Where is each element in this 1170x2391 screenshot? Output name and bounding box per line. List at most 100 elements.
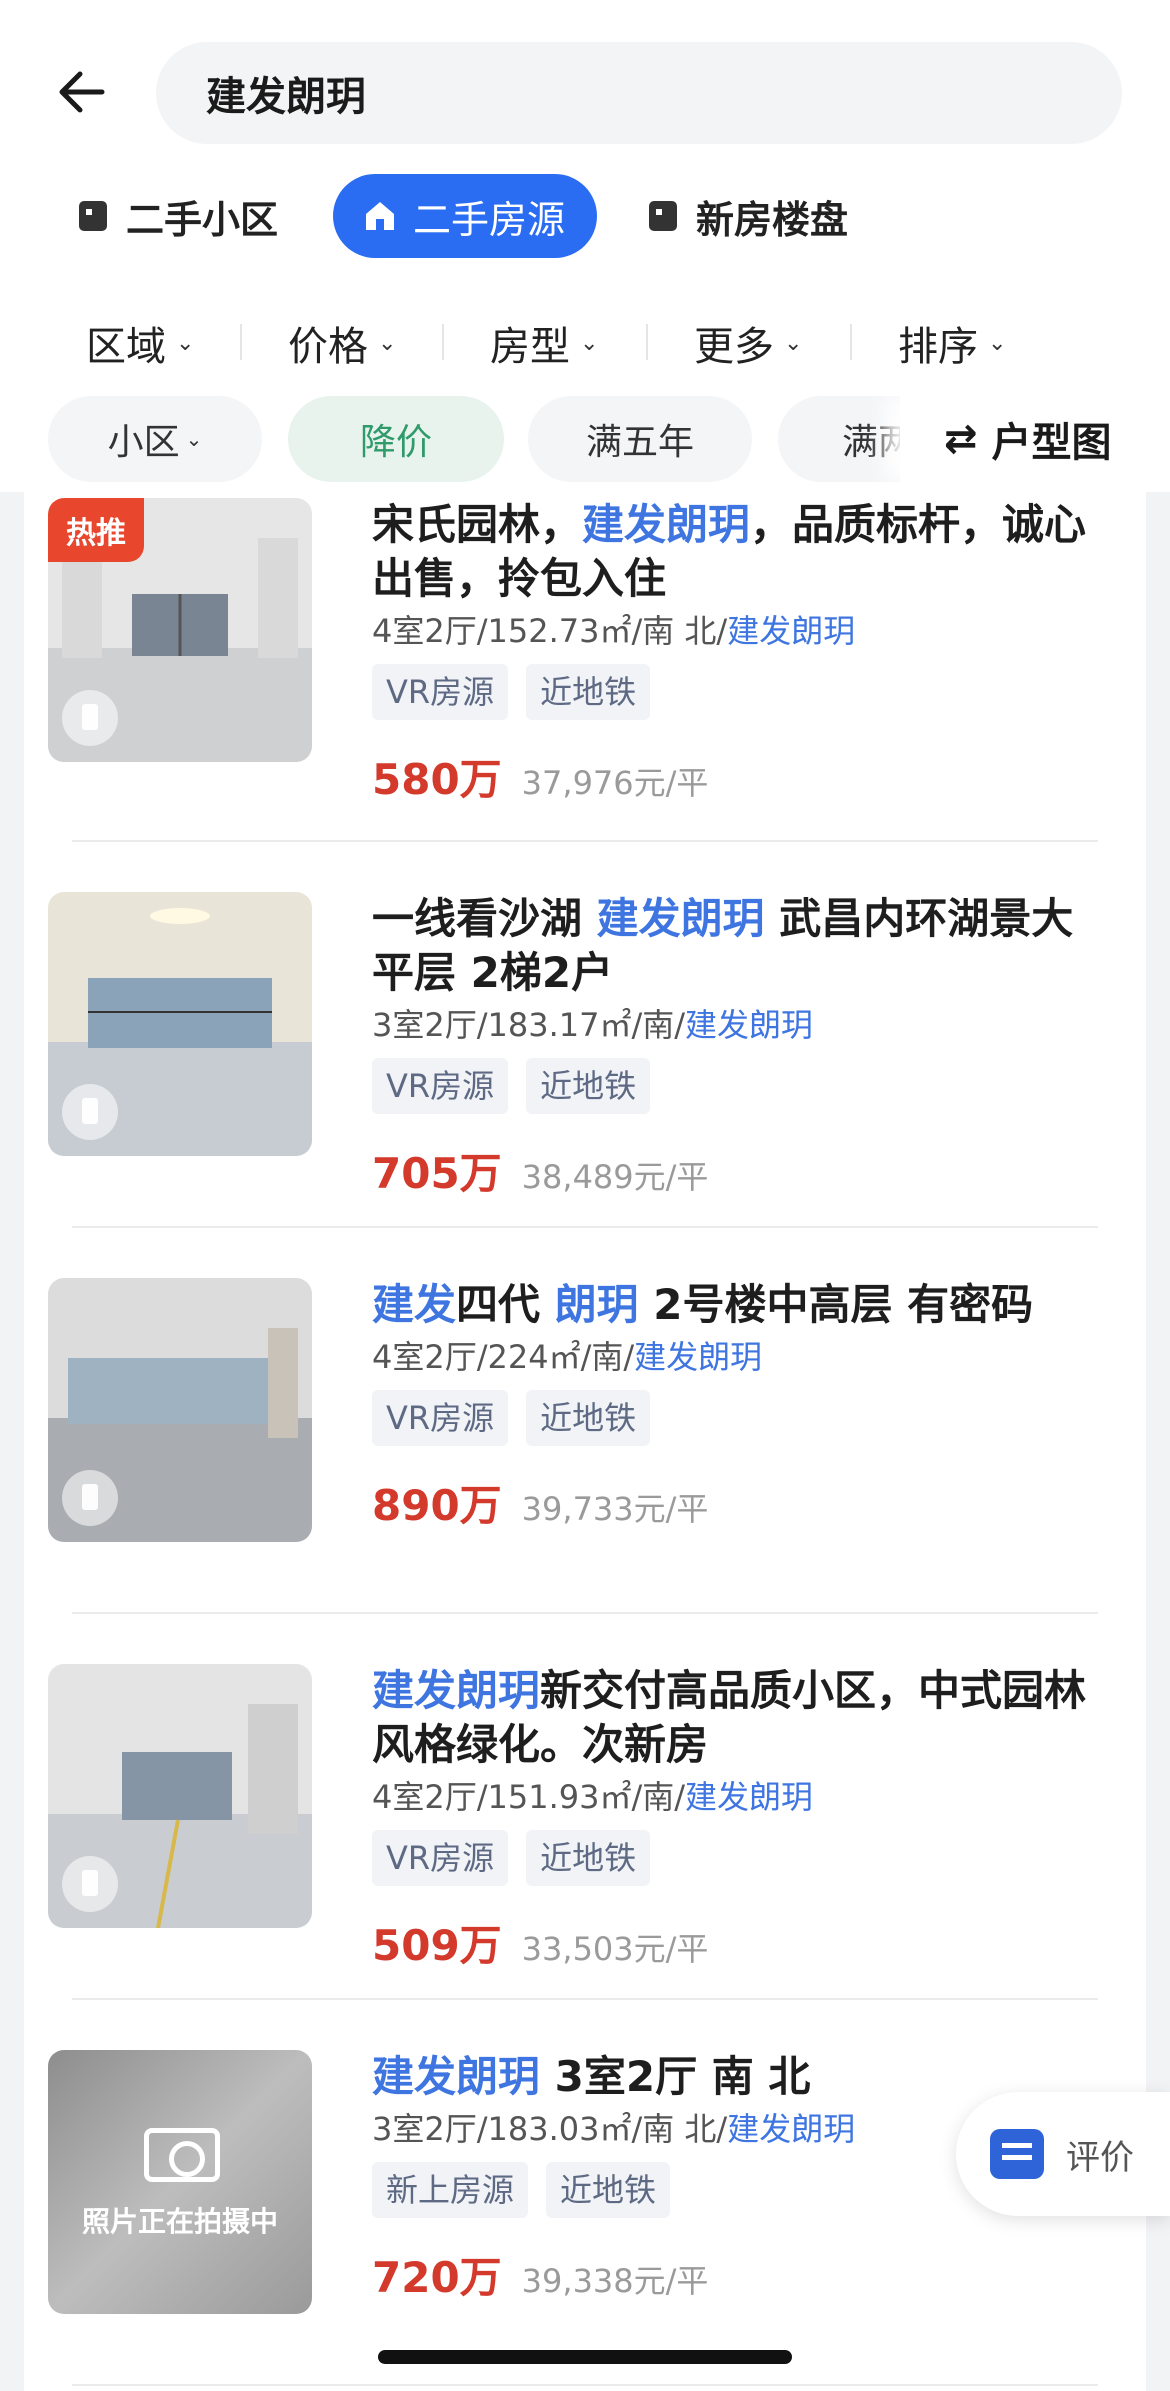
title-highlight: 建发朗玥 <box>372 2052 541 2101</box>
price-row: 580万 37,976元/平 <box>372 746 1102 807</box>
vr-icon <box>62 1856 118 1912</box>
chevron-down-icon: ⌄ <box>784 330 803 356</box>
community-link[interactable]: 建发朗玥 <box>634 1338 762 1376</box>
meta-text: 4室2厅/224㎡/南/ <box>372 1338 635 1376</box>
total-price: 890万 <box>372 1481 502 1530</box>
filter-layout[interactable]: 房型 ⌄ <box>490 314 598 372</box>
listing-title: 宋氏园林，建发朗玥，品质标杆，诚心出售，拎包入住 <box>372 498 1102 606</box>
divider <box>72 1998 1098 2000</box>
filter-more[interactable]: 更多 ⌄ <box>694 314 802 372</box>
floorplan-button[interactable]: ⇄ 户型图 <box>900 396 1170 482</box>
tag: VR房源 <box>372 1058 509 1114</box>
price-row: 509万 33,503元/平 <box>372 1912 1102 1973</box>
community-link[interactable]: 建发朗玥 <box>685 1778 813 1816</box>
swap-arrows-icon: ⇄ <box>944 416 978 462</box>
chevron-down-icon: ⌄ <box>580 330 599 356</box>
filter-separator <box>240 324 242 360</box>
filter-label: 价格 <box>288 324 368 370</box>
tag: VR房源 <box>372 1390 509 1446</box>
meta-text: 3室2厅/183.03㎡/南 北/ <box>372 2110 728 2148</box>
price-row: 705万 38,489元/平 <box>372 1140 1102 1201</box>
hot-badge: 热推 <box>48 498 144 562</box>
photo-placeholder: 照片正在拍摄中 <box>48 2050 312 2314</box>
title-text: 2号楼中高层 有密码 <box>638 1280 1034 1329</box>
unit-price: 39,338元/平 <box>521 2262 709 2300</box>
tag-list: VR房源 近地铁 <box>372 1830 1102 1886</box>
chip-price-drop[interactable]: 降价 <box>288 396 504 482</box>
tab-label: 二手房源 <box>413 197 566 242</box>
tag-list: VR房源 近地铁 <box>372 1058 1102 1114</box>
building-icon <box>79 201 107 231</box>
title-highlight: 朗玥 <box>554 1280 639 1329</box>
tag-list: VR房源 近地铁 <box>372 1390 1102 1446</box>
comment-icon <box>990 2129 1044 2179</box>
listing-info: 建发四代 朗玥 2号楼中高层 有密码 4室2厅/224㎡/南/建发朗玥 VR房源… <box>372 1278 1102 1533</box>
listing-meta: 3室2厅/183.17㎡/南/建发朗玥 <box>372 1004 1102 1046</box>
listing-title: 建发四代 朗玥 2号楼中高层 有密码 <box>372 1278 1102 1332</box>
home-indicator[interactable] <box>378 2350 792 2364</box>
review-button[interactable]: 评价 <box>956 2092 1170 2216</box>
chevron-down-icon: ⌄ <box>185 427 203 451</box>
back-button[interactable] <box>54 62 114 122</box>
filter-label: 房型 <box>490 324 570 370</box>
community-link[interactable]: 建发朗玥 <box>685 1006 813 1044</box>
meta-text: 4室2厅/152.73㎡/南 北/ <box>372 612 728 650</box>
divider <box>72 2384 1098 2386</box>
price-row: 890万 39,733元/平 <box>372 1472 1102 1533</box>
listing-photo[interactable]: 照片正在拍摄中 <box>48 2050 312 2314</box>
listing-photo[interactable] <box>48 892 312 1156</box>
listing-meta: 4室2厅/224㎡/南/建发朗玥 <box>372 1336 1102 1378</box>
chip-community[interactable]: 小区 ⌄ <box>48 396 262 482</box>
listing-meta: 4室2厅/151.93㎡/南/建发朗玥 <box>372 1776 1102 1818</box>
listing-photo[interactable] <box>48 1664 312 1928</box>
filter-area[interactable]: 区域 ⌄ <box>86 314 194 372</box>
home-icon <box>366 202 394 230</box>
filter-price[interactable]: 价格 ⌄ <box>288 314 396 372</box>
divider <box>72 1226 1098 1228</box>
tag: 近地铁 <box>546 2162 671 2218</box>
title-text: 一线看沙湖 <box>372 894 597 943</box>
listing-photo[interactable] <box>48 1278 312 1542</box>
tag: 近地铁 <box>526 1830 651 1886</box>
listing-title: 一线看沙湖 建发朗玥 武昌内环湖景大平层 2梯2户 <box>372 892 1102 1000</box>
listing-title: 建发朗玥新交付高品质小区，中式园林风格绿化。次新房 <box>372 1664 1102 1772</box>
chevron-down-icon: ⌄ <box>378 330 397 356</box>
community-link[interactable]: 建发朗玥 <box>727 2110 855 2148</box>
search-query: 建发朗玥 <box>206 74 366 120</box>
chip-over-five-years[interactable]: 满五年 <box>528 396 752 482</box>
vr-icon <box>62 1470 118 1526</box>
tab-second-hand-listings[interactable]: 二手房源 <box>333 174 598 258</box>
chip-label: 降价 <box>359 422 432 463</box>
community-link[interactable]: 建发朗玥 <box>727 612 855 650</box>
chevron-down-icon: ⌄ <box>176 330 195 356</box>
search-input[interactable]: 建发朗玥 <box>156 42 1122 144</box>
listing-photo[interactable]: 热推 <box>48 498 312 762</box>
meta-text: 3室2厅/183.17㎡/南/ <box>372 1006 686 1044</box>
unit-price: 39,733元/平 <box>521 1490 709 1528</box>
tag: 近地铁 <box>526 1390 651 1446</box>
filter-label: 排序 <box>898 324 978 370</box>
listing-title: 建发朗玥 3室2厅 南 北 <box>372 2050 1102 2104</box>
tab-label: 二手小区 <box>126 197 279 242</box>
filter-sort[interactable]: 排序 ⌄ <box>898 314 1006 372</box>
filter-separator <box>646 324 648 360</box>
building-icon <box>649 201 677 231</box>
quick-filter-chips: 小区 ⌄ 降价 满五年 满两 ⇄ 户型图 <box>0 396 1170 482</box>
tab-new-homes[interactable]: 新房楼盘 <box>646 174 848 258</box>
title-text: 宋氏园林， <box>372 500 583 549</box>
vr-icon <box>62 1084 118 1140</box>
tab-second-hand-community[interactable]: 二手小区 <box>76 174 278 258</box>
total-price: 705万 <box>372 1149 502 1198</box>
tag: 新上房源 <box>372 2162 529 2218</box>
camera-icon <box>144 2128 220 2182</box>
total-price: 720万 <box>372 2253 502 2302</box>
unit-price: 38,489元/平 <box>521 1158 709 1196</box>
filter-bar: 区域 ⌄ 价格 ⌄ 房型 ⌄ 更多 ⌄ 排序 ⌄ <box>0 300 1170 380</box>
placeholder-text: 照片正在拍摄中 <box>81 2205 278 2238</box>
title-highlight: 建发朗玥 <box>596 894 765 943</box>
filter-separator <box>442 324 444 360</box>
total-price: 580万 <box>372 755 502 804</box>
category-tabs: 二手小区 二手房源 新房楼盘 <box>0 172 1170 262</box>
tag: 近地铁 <box>526 664 651 720</box>
title-highlight: 建发朗玥 <box>372 1666 541 1715</box>
